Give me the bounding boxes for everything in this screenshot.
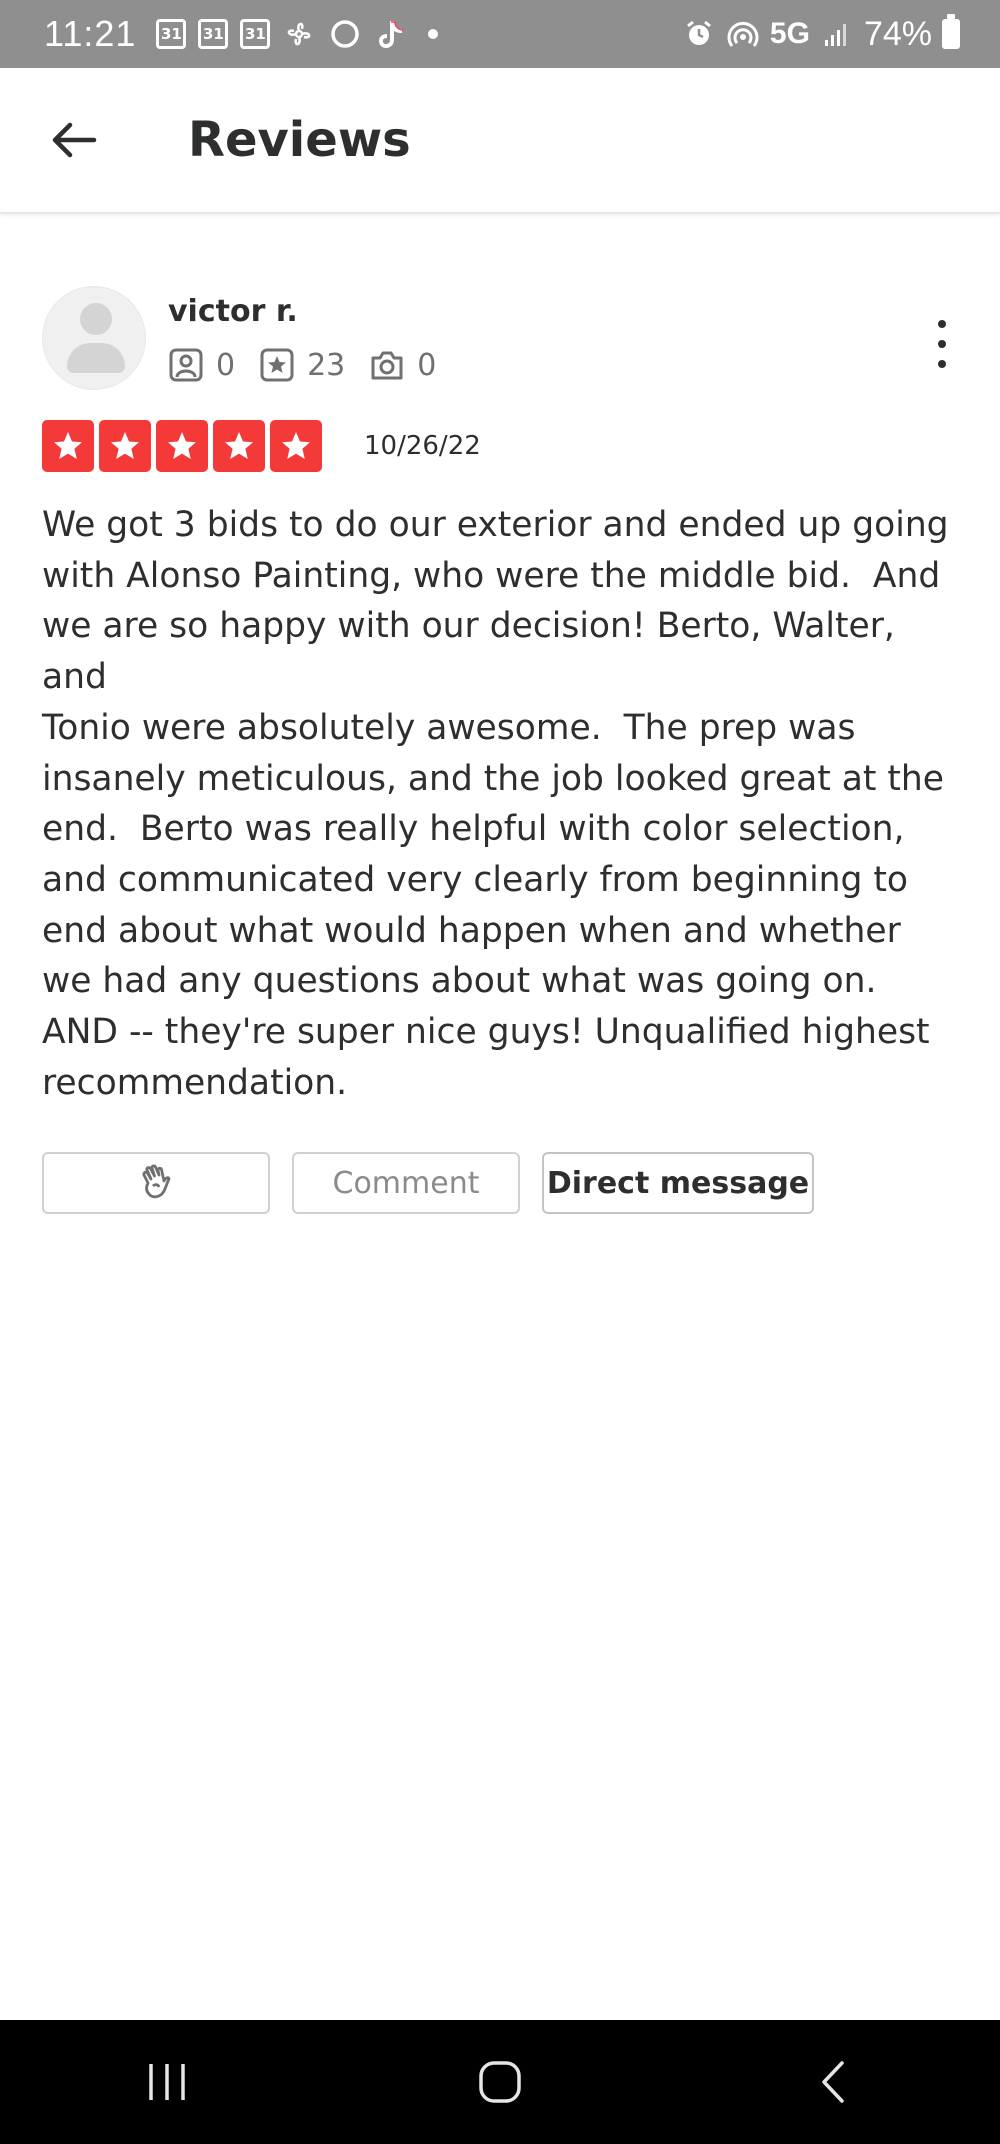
star-icon xyxy=(42,420,94,472)
more-dot-icon xyxy=(938,320,946,328)
rating-row: 10/26/22 xyxy=(42,420,962,472)
signal-icon xyxy=(820,17,854,51)
review-header: victor r. 0 23 0 xyxy=(42,286,962,390)
user-info: victor r. 0 23 0 xyxy=(168,286,460,383)
page-title: Reviews xyxy=(188,112,411,168)
avatar-placeholder-head xyxy=(80,303,112,335)
camera-icon xyxy=(371,351,403,380)
battery-icon xyxy=(942,14,960,49)
system-nav-bar xyxy=(0,2020,1000,2144)
star-icon xyxy=(156,420,208,472)
direct-message-button[interactable]: Direct message xyxy=(542,1152,814,1215)
avatar-placeholder-body xyxy=(67,343,125,373)
user-stats: 0 23 0 xyxy=(168,347,460,383)
fan-icon xyxy=(282,17,316,51)
avatar[interactable] xyxy=(42,286,146,390)
friends-icon xyxy=(169,348,203,382)
star-rating xyxy=(42,420,322,472)
tiktok-icon xyxy=(374,17,408,51)
calendar-icon: 31 xyxy=(240,19,271,49)
friends-stat: 0 xyxy=(168,347,235,383)
home-icon xyxy=(479,2061,521,2103)
status-right: 5G 74% xyxy=(682,14,960,54)
recent-apps-button[interactable] xyxy=(107,2032,227,2132)
circle-app-icon xyxy=(328,17,362,51)
chevron-left-icon xyxy=(822,2061,845,2103)
hotspot-icon xyxy=(726,17,760,51)
photos-count: 0 xyxy=(417,347,437,383)
friends-count: 0 xyxy=(216,347,236,383)
recent-apps-icon xyxy=(148,2064,185,2100)
calendar-icon: 31 xyxy=(156,19,187,49)
reviews-stat: 23 xyxy=(259,347,345,383)
star-icon xyxy=(213,420,265,472)
status-bar: 11:21 31 31 31 5G 74% xyxy=(0,0,1000,68)
app-bar: Reviews xyxy=(0,68,1000,214)
more-dot-icon xyxy=(938,360,946,368)
review-actions: Comment Direct message xyxy=(42,1152,962,1215)
star-icon xyxy=(270,420,322,472)
star-icon xyxy=(99,420,151,472)
network-type: 5G xyxy=(769,17,810,50)
battery-percent: 74% xyxy=(863,14,932,53)
review-star-icon xyxy=(260,348,294,382)
notification-dot-icon xyxy=(428,29,439,39)
home-button[interactable] xyxy=(440,2032,560,2132)
more-options-button[interactable] xyxy=(922,314,962,374)
system-back-button[interactable] xyxy=(773,2032,893,2132)
arrow-left-icon xyxy=(52,122,97,158)
review-card: victor r. 0 23 0 10/26/22 We got 3 bids … xyxy=(42,286,962,1215)
review-text: We got 3 bids to do our exterior and end… xyxy=(42,505,949,1103)
calendar-icon: 31 xyxy=(198,19,229,49)
alarm-icon xyxy=(682,17,716,51)
photos-stat: 0 xyxy=(369,347,436,383)
wave-hand-icon xyxy=(142,1164,171,1199)
review-date: 10/26/22 xyxy=(364,431,481,461)
status-left: 11:21 31 31 31 xyxy=(44,13,439,55)
comment-button[interactable]: Comment xyxy=(292,1152,520,1215)
status-time: 11:21 xyxy=(44,13,137,54)
reviews-count: 23 xyxy=(307,347,346,383)
more-dot-icon xyxy=(938,340,946,348)
back-button[interactable] xyxy=(34,100,114,180)
user-name[interactable]: victor r. xyxy=(168,294,460,329)
react-button[interactable] xyxy=(42,1152,270,1215)
